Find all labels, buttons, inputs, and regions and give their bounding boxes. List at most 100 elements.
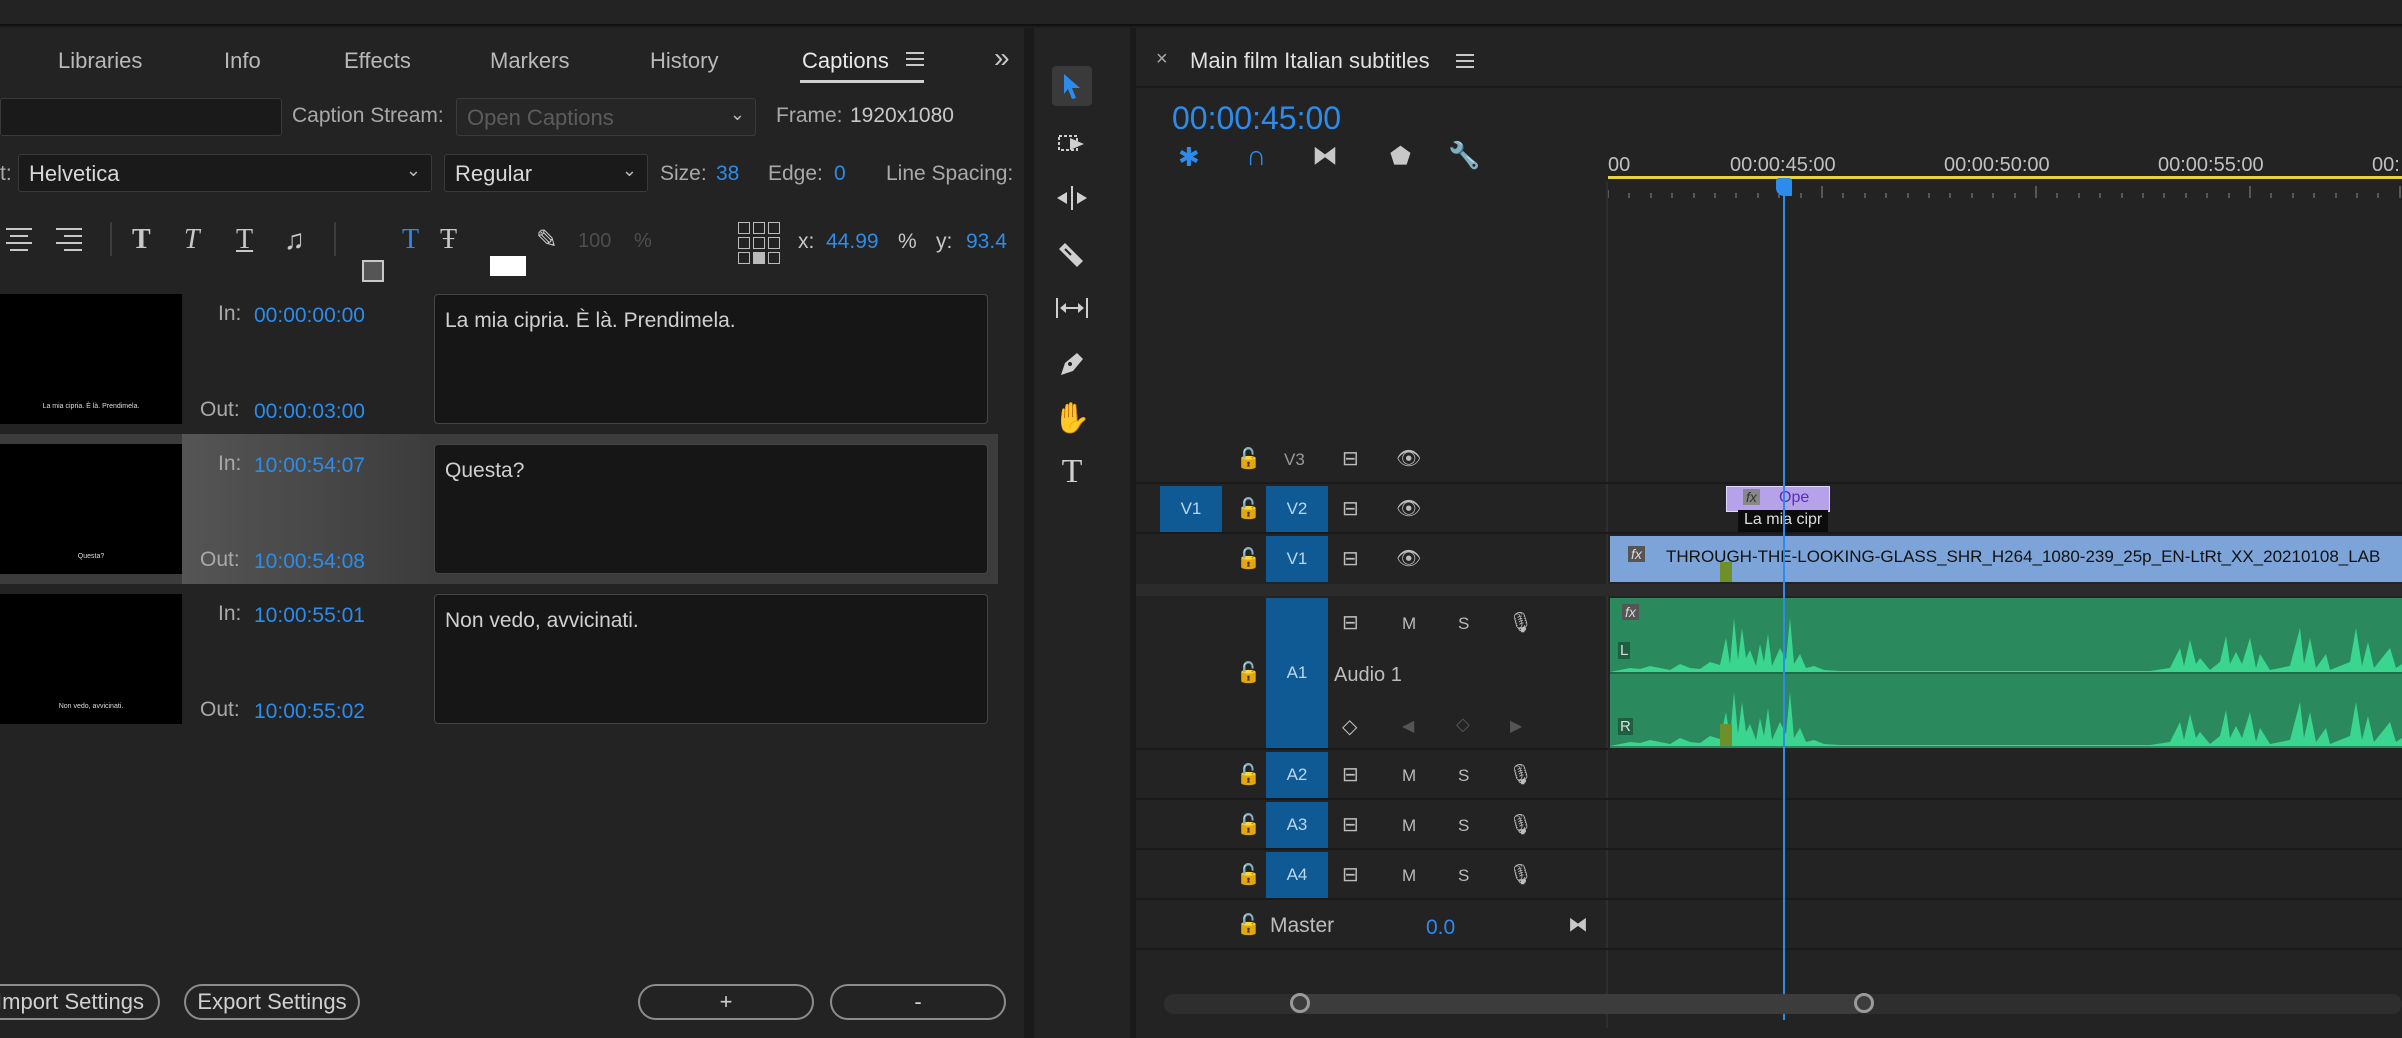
- mute-button[interactable]: M: [1402, 866, 1416, 886]
- align-center-icon[interactable]: [6, 228, 32, 251]
- double-chevron-right-icon[interactable]: »: [994, 42, 1010, 74]
- font-style-dropdown[interactable]: Regular ⌄: [444, 154, 648, 192]
- caption-out-time[interactable]: 10:00:54:08: [254, 550, 365, 574]
- razor-tool-icon[interactable]: [1052, 234, 1092, 274]
- sequence-title[interactable]: Main film Italian subtitles: [1190, 48, 1430, 74]
- solo-button[interactable]: S: [1458, 866, 1469, 886]
- underline-icon[interactable]: T: [236, 224, 253, 256]
- tab-info[interactable]: Info: [224, 48, 261, 74]
- clip-marker[interactable]: [1720, 562, 1732, 582]
- caption-in-time[interactable]: 10:00:55:01: [254, 604, 365, 628]
- add-keyframe-icon[interactable]: ◇: [1456, 714, 1470, 735]
- tab-libraries[interactable]: Libraries: [58, 48, 142, 74]
- mute-button[interactable]: M: [1402, 816, 1416, 836]
- color-swatch[interactable]: [490, 256, 526, 276]
- lock-icon[interactable]: 🔓: [1236, 546, 1261, 571]
- lock-icon[interactable]: 🔓: [1236, 446, 1261, 471]
- sync-lock-icon[interactable]: ⊟: [1342, 446, 1359, 471]
- caption-search-field[interactable]: [0, 98, 282, 136]
- solo-button[interactable]: S: [1458, 766, 1469, 786]
- microphone-icon[interactable]: 🎙: [1508, 610, 1533, 635]
- solo-button[interactable]: S: [1458, 816, 1469, 836]
- caption-clip[interactable]: fx Ope: [1726, 486, 1830, 512]
- x-value[interactable]: 44.99: [826, 230, 879, 254]
- outline-text-icon[interactable]: Ŧ: [440, 224, 457, 256]
- hand-tool-icon[interactable]: ✋: [1052, 398, 1092, 438]
- sync-lock-icon[interactable]: ⊟: [1342, 496, 1359, 521]
- import-settings-button[interactable]: Import Settings: [0, 984, 160, 1020]
- sync-lock-icon[interactable]: ⊟: [1342, 862, 1359, 887]
- add-caption-button[interactable]: +: [638, 984, 814, 1020]
- selection-tool-icon[interactable]: [1052, 66, 1092, 106]
- pen-tool-icon[interactable]: [1052, 344, 1092, 384]
- horizontal-scrollbar[interactable]: [1164, 993, 2402, 1014]
- go-to-in-out-icon[interactable]: ⧓: [1568, 912, 1588, 937]
- microphone-icon[interactable]: 🎙: [1508, 762, 1533, 787]
- tab-captions[interactable]: Captions: [802, 48, 889, 74]
- caption-out-time[interactable]: 10:00:55:02: [254, 700, 365, 724]
- sequence-menu-icon[interactable]: [1456, 54, 1474, 68]
- mute-button[interactable]: M: [1402, 614, 1416, 634]
- sync-lock-icon[interactable]: ⊟: [1342, 762, 1359, 787]
- eye-icon[interactable]: 👁: [1396, 496, 1421, 521]
- remove-caption-button[interactable]: -: [830, 984, 1006, 1020]
- track-target-a2[interactable]: A2: [1266, 752, 1328, 798]
- work-area-bar[interactable]: [1608, 176, 2402, 179]
- edge-value[interactable]: 0: [834, 162, 846, 186]
- lock-icon[interactable]: 🔓: [1236, 660, 1261, 685]
- nest-sequence-icon[interactable]: ✱: [1178, 142, 1200, 173]
- sync-lock-icon[interactable]: ⊟: [1342, 610, 1359, 635]
- linked-selection-icon[interactable]: ⧓: [1312, 140, 1338, 171]
- type-tool-icon[interactable]: T: [1052, 452, 1092, 492]
- bold-icon[interactable]: T: [132, 224, 151, 256]
- caption-text-field[interactable]: Questa?: [434, 444, 988, 574]
- eyedropper-icon[interactable]: ✎: [536, 224, 558, 255]
- sync-lock-icon[interactable]: ⊟: [1342, 546, 1359, 571]
- track-target-v1[interactable]: V1: [1266, 536, 1328, 582]
- text-color-icon[interactable]: T: [402, 224, 419, 256]
- font-dropdown[interactable]: Helvetica ⌄: [18, 154, 432, 192]
- master-volume-value[interactable]: 0.0: [1426, 916, 1455, 940]
- microphone-icon[interactable]: 🎙: [1508, 812, 1533, 837]
- previous-keyframe-icon[interactable]: ◀: [1402, 716, 1414, 736]
- lock-icon[interactable]: 🔓: [1236, 496, 1261, 521]
- lock-icon[interactable]: 🔓: [1236, 912, 1261, 937]
- clip-marker[interactable]: [1720, 724, 1732, 746]
- lock-icon[interactable]: 🔓: [1236, 762, 1261, 787]
- solo-button[interactable]: S: [1458, 614, 1469, 634]
- track-target-a4[interactable]: A4: [1266, 852, 1328, 898]
- caption-row-selected[interactable]: Questa? In: 10:00:54:07 Out: 10:00:54:08…: [0, 434, 998, 584]
- slip-tool-icon[interactable]: [1052, 288, 1092, 328]
- y-value[interactable]: 93.4: [966, 230, 1007, 254]
- caption-text-field[interactable]: Non vedo, avvicinati.: [434, 594, 988, 724]
- eye-icon[interactable]: 👁: [1396, 546, 1421, 571]
- sync-lock-icon[interactable]: ⊟: [1342, 812, 1359, 837]
- caption-stream-dropdown[interactable]: Open Captions ⌄: [456, 98, 756, 136]
- snap-magnet-icon[interactable]: ∩: [1246, 140, 1266, 172]
- background-box-icon[interactable]: [362, 260, 384, 282]
- size-value[interactable]: 38: [716, 162, 739, 186]
- caption-in-time[interactable]: 00:00:00:00: [254, 304, 365, 328]
- track-target-v2[interactable]: V2: [1266, 486, 1328, 532]
- eye-icon[interactable]: 👁: [1396, 446, 1421, 471]
- video-clip[interactable]: fx THROUGH-THE-LOOKING-GLASS_SHR_H264_10…: [1610, 536, 2402, 582]
- playhead-timecode[interactable]: 00:00:45:00: [1172, 100, 1341, 137]
- keyframe-toggle-icon[interactable]: ◇: [1342, 714, 1357, 739]
- caption-row[interactable]: Non vedo, avvicinati. In: 10:00:55:01 Ou…: [0, 584, 998, 734]
- lock-icon[interactable]: 🔓: [1236, 862, 1261, 887]
- source-patch-v1[interactable]: V1: [1160, 486, 1222, 532]
- time-ruler[interactable]: 00 00:00:45:00 00:00:50:00 00:00:55:00 0…: [1608, 122, 2402, 200]
- add-marker-icon[interactable]: ⬟: [1390, 142, 1411, 171]
- panel-menu-icon[interactable]: [906, 52, 924, 66]
- audio-clip[interactable]: fx L R: [1610, 598, 2402, 748]
- tab-history[interactable]: History: [650, 48, 718, 74]
- italic-icon[interactable]: T: [184, 224, 200, 256]
- tab-markers[interactable]: Markers: [490, 48, 569, 74]
- scroll-handle-right[interactable]: [1854, 993, 1874, 1013]
- tab-effects[interactable]: Effects: [344, 48, 411, 74]
- caption-row[interactable]: La mia cipria. È là. Prendimela. In: 00:…: [0, 284, 998, 434]
- caption-text-field[interactable]: La mia cipria. È là. Prendimela.: [434, 294, 988, 424]
- mute-button[interactable]: M: [1402, 766, 1416, 786]
- ripple-edit-tool-icon[interactable]: [1052, 178, 1092, 218]
- microphone-icon[interactable]: 🎙: [1508, 862, 1533, 887]
